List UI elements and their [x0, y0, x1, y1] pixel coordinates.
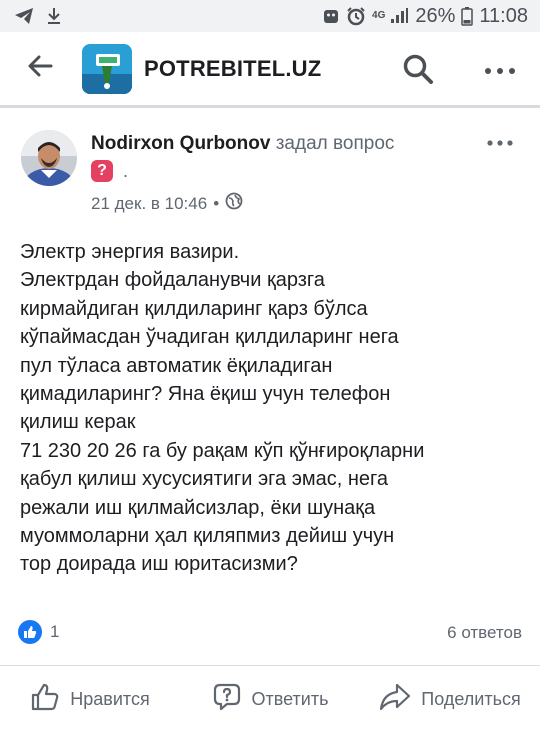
more-horizontal-icon	[484, 62, 516, 80]
post-options-button[interactable]	[480, 130, 520, 154]
signal-icon	[389, 7, 409, 25]
post-date[interactable]: 21 дек. в 10:46	[91, 194, 207, 214]
post-text-line: 71 230 20 26 га бу рақам кўп қўнғироқлар…	[20, 439, 425, 462]
post-meta: 21 дек. в 10:46 •	[91, 192, 243, 215]
answers-count[interactable]: 6 ответов	[447, 623, 522, 643]
question-bubble-icon	[212, 682, 242, 717]
answer-button[interactable]: Ответить	[180, 666, 360, 733]
status-bar: 4G 26% 11:08	[0, 0, 540, 32]
post-text-line: Электрдан фойдаланувчи қарзга	[20, 269, 325, 292]
like-label: Нравится	[70, 689, 150, 709]
like-button[interactable]: Нравится	[0, 666, 180, 733]
share-arrow-icon	[379, 682, 411, 717]
thumbs-up-icon	[30, 682, 60, 717]
share-label: Поделиться	[421, 689, 521, 709]
alarm-icon	[346, 6, 366, 26]
clock: 11:08	[479, 4, 528, 27]
download-icon	[46, 7, 62, 25]
post-text-line: тор доирада иш юритасизми?	[20, 553, 298, 576]
app-header: POTREBITEL.UZ	[0, 32, 540, 108]
author-line: Nodirxon Qurbonov задал вопрос	[91, 131, 394, 157]
page-avatar[interactable]	[82, 43, 132, 94]
search-icon	[402, 53, 434, 90]
network-type-label: 4G	[372, 10, 386, 21]
android-robot-icon	[322, 7, 340, 25]
post-action-text: задал вопрос	[270, 133, 395, 154]
post-text-line: муоммоларни ҳал қиляпмиз дейиш учун	[20, 525, 395, 548]
post-text-line: қабул қилиш хусусиятиги эга эмас, нега	[20, 468, 389, 491]
answer-label: Ответить	[251, 689, 329, 709]
telegram-icon	[14, 7, 34, 25]
post-text-line: режали иш қилмайсизлар, ёки шунақа	[20, 496, 376, 519]
post-text-line: қимадиларинг? Яна ёқиш учун телефон	[20, 383, 391, 406]
meta-separator: •	[213, 193, 220, 213]
more-options-button[interactable]	[478, 51, 522, 91]
search-button[interactable]	[398, 51, 438, 91]
more-horizontal-icon	[487, 133, 513, 151]
author-avatar[interactable]	[21, 130, 77, 186]
post-text-line: кўпаймасдан ўчадиган қилдиларинг нега	[20, 326, 399, 349]
battery-percent: 26%	[415, 4, 456, 27]
battery-icon	[461, 6, 474, 26]
question-dot: .	[123, 161, 129, 181]
likes-count: 1	[50, 622, 60, 641]
question-badge-icon: ?	[91, 160, 113, 182]
back-button[interactable]	[20, 49, 60, 89]
author-name[interactable]: Nodirxon Qurbonov	[91, 133, 270, 154]
reactions-summary[interactable]: 1	[18, 620, 59, 644]
page-title[interactable]: POTREBITEL.UZ	[144, 56, 321, 82]
back-arrow-icon	[27, 55, 53, 82]
post-text-line: кирмайдиган қилдиларинг қарз бўлса	[20, 297, 368, 320]
post-text-line: пул тўласа автоматик ёқиладиган	[20, 354, 333, 377]
question-indicator: ? .	[91, 160, 128, 182]
post-text: Электр энергия вазири. Электрдан фойдала…	[20, 238, 525, 579]
share-button[interactable]: Поделиться	[360, 666, 540, 733]
post-text-line: қилиш керак	[20, 411, 136, 434]
post-text-line: Электр энергия вазири.	[20, 241, 240, 263]
action-bar: Нравится Ответить Поделиться	[0, 665, 540, 733]
globe-icon	[225, 192, 243, 215]
like-reaction-icon	[18, 620, 42, 644]
